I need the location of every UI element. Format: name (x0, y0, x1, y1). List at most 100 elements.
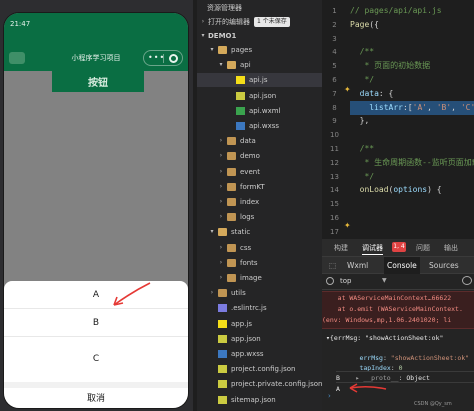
tree-item-label: event (240, 167, 260, 176)
tree-item-label: sitemap.json (231, 395, 276, 404)
code-token: : { (378, 88, 394, 98)
folder-icon (218, 46, 227, 54)
chevron-right-icon: › (219, 167, 223, 175)
code-area[interactable]: // pages/api/api.js Page({ /** * 页面的初始数据 … (350, 0, 474, 239)
code-token: listArr (350, 102, 403, 112)
tree-item[interactable]: app.wxss (197, 347, 322, 361)
tree-item-label: fonts (240, 258, 258, 267)
tree-item[interactable]: project.private.config.json (197, 377, 322, 391)
code-token: */ (350, 171, 375, 181)
tree-item[interactable]: .eslintrc.js (197, 301, 322, 315)
code-token: data (350, 88, 379, 98)
tree-item[interactable]: › css (197, 241, 322, 255)
folder-icon (227, 258, 236, 267)
tree-item-label: api.json (249, 91, 277, 100)
folder-icon (227, 137, 236, 146)
tree-item[interactable]: › demo (197, 149, 322, 163)
folder-icon (227, 274, 236, 282)
tree-item[interactable]: › logs (197, 210, 322, 224)
tree-item[interactable]: › formKT (197, 180, 322, 194)
project-root[interactable]: ▾ DEMO1 (197, 29, 322, 43)
tree-item[interactable]: project.config.json (197, 362, 322, 376)
line-number: 4 (332, 48, 337, 57)
code-token: /** (350, 47, 375, 57)
tree-item[interactable]: sitemap.json (197, 393, 322, 407)
code-line[interactable]: }, (350, 114, 370, 128)
code-line[interactable]: /** (350, 45, 374, 59)
folder-icon (218, 228, 227, 237)
lightbulb-icon[interactable]: ✦ (344, 85, 351, 94)
tree-item[interactable]: api.wxml (197, 104, 322, 118)
json-file-icon (218, 334, 227, 343)
tree-item-label: api.wxss (249, 122, 280, 130)
chevron-right-icon: › (219, 274, 223, 281)
code-line[interactable]: */ (350, 170, 374, 184)
tree-item[interactable]: › data (197, 134, 322, 148)
project-name: DEMO1 (208, 32, 237, 40)
json-file-icon (236, 91, 245, 100)
code-line[interactable]: data: { (350, 87, 394, 101)
code-line[interactable]: * 页面的初始数据 (350, 59, 430, 73)
code-line[interactable]: */ (350, 73, 374, 87)
chevron-right-icon: › (219, 152, 223, 160)
tree-item-label: logs (240, 213, 255, 222)
tree-item[interactable]: › utils (197, 286, 322, 300)
code-line[interactable]: /** (350, 142, 374, 156)
code-line[interactable]: onLoad(options) { (350, 183, 442, 197)
line-number: 10 (330, 131, 339, 140)
tree-item[interactable]: › index (197, 195, 322, 209)
code-token: 'C' (460, 102, 474, 112)
tree-item[interactable]: › fonts (197, 256, 322, 270)
code-token: // pages/api/api.js (350, 6, 442, 15)
tree-item[interactable]: api.wxss (197, 119, 322, 133)
chevron-right-icon: › (219, 213, 223, 221)
explorer-title: 资源管理器 (207, 4, 242, 12)
tree-item[interactable]: ▾ api (197, 58, 322, 72)
code-line[interactable]: // pages/api/api.js (350, 4, 442, 18)
folder-icon (227, 243, 236, 252)
tree-item-label: project.config.json (231, 365, 296, 374)
line-number: 1 (332, 7, 337, 15)
line-gutter: 1 2 3 4 5 6 7 8 9 10 11 12 13 14 15 16 17 (322, 0, 347, 239)
folder-icon (227, 167, 236, 176)
code-token: , (427, 102, 437, 112)
devtools-window: 21:47 小程序学习项目 ••• 按钮 A B C 取消 资源管理器 › 打开… (0, 0, 474, 411)
code-token: 'B' (436, 102, 452, 112)
tree-item[interactable]: ▾ static (197, 225, 322, 239)
tree-item[interactable]: › image (197, 271, 322, 285)
tree-item-label: api.wxml (249, 106, 281, 115)
code-token: * 生命周期函数--监听页面加载 (350, 157, 474, 167)
tree-item[interactable]: app.json (197, 332, 322, 346)
tree-item[interactable]: api.json (197, 89, 322, 103)
tree-item-label: utils (231, 289, 246, 298)
code-line[interactable]: listArr:['A', 'B', 'C'] (350, 100, 474, 115)
code-token: */ (350, 75, 375, 84)
tree-item[interactable]: api.js (197, 73, 322, 88)
code-line[interactable]: Page({ (350, 18, 379, 32)
folder-icon (227, 61, 236, 70)
tree-item-label: css (240, 243, 252, 252)
open-editors-section[interactable]: › 打开的编辑器 1 个未保存 (197, 15, 322, 29)
tree-item-label: pages (231, 46, 253, 54)
line-number: 15 (330, 200, 339, 209)
code-token: /** (350, 144, 375, 153)
tree-item-label: demo (240, 152, 260, 161)
tree-item-label: api (240, 61, 251, 70)
code-token: onLoad (350, 185, 389, 195)
tree-item[interactable]: app.js (197, 317, 322, 331)
tree-item[interactable]: › event (197, 165, 322, 179)
chevron-down-icon: ▾ (210, 46, 214, 53)
json-file-icon (218, 365, 227, 374)
devtools-panel: 构建 调试器 1, 4 问题 输出 ⬚ Wxml Console Sources… (322, 239, 474, 411)
lightbulb-icon[interactable]: ✦ (344, 221, 351, 230)
line-number: 2 (332, 20, 337, 29)
chevron-right-icon: › (219, 258, 223, 266)
code-line[interactable]: * 生命周期函数--监听页面加载 (350, 156, 474, 170)
line-number: 5 (332, 62, 337, 71)
tree-item[interactable]: ▾ pages (197, 43, 322, 57)
code-editor[interactable]: 1 2 3 4 5 6 7 8 9 10 11 12 13 14 15 16 17 // pages/api/a… (322, 0, 474, 239)
simulator-panel: 21:47 小程序学习项目 ••• 按钮 A B C 取消 (0, 0, 193, 411)
code-token: options (393, 185, 428, 195)
code-token: ({ (369, 19, 379, 29)
open-editors-label: 打开的编辑器 (208, 18, 250, 26)
